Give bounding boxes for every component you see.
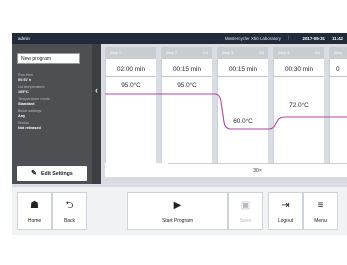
step-sequence: Step 1 02:00 min 95.0°C Step 2 1/3 00:15…	[105, 47, 347, 184]
bottom-toolbar: ☗ Home ⮌ Back ▶ Start Program ▣ Save ⇥ L…	[12, 187, 347, 235]
back-button[interactable]: ⮌ Back	[52, 192, 87, 230]
status-date: 2017-05-31	[302, 36, 325, 41]
play-icon: ▶	[173, 200, 182, 211]
device-name: Mastercycler X50 Laboratory	[224, 36, 281, 41]
info-value: Any	[18, 114, 26, 118]
status-bar: admin Mastercycler X50 Laboratory | 2017…	[12, 33, 347, 44]
start-program-label: Start Program	[161, 218, 194, 224]
back-arrow-icon: ⮌	[65, 200, 74, 211]
logout-icon: ⇥	[281, 200, 290, 211]
lid-temperature-info: Lid temperature 105°C	[18, 85, 45, 95]
edit-settings-button[interactable]: ✎ Edit Settings	[17, 166, 87, 181]
info-value: Standard	[18, 102, 35, 106]
back-label: Back	[63, 218, 76, 224]
home-button[interactable]: ☗ Home	[17, 192, 52, 230]
collapse-panel-button[interactable]: ‹	[92, 44, 101, 184]
logout-button[interactable]: ⇥ Logout	[268, 192, 303, 230]
run-time-info: Run time 00:57 h	[18, 73, 33, 83]
menu-label: Menu	[314, 218, 327, 224]
edit-settings-label: Edit Settings	[41, 171, 73, 177]
status-time: 11:42	[332, 36, 343, 41]
logout-label: Logout	[277, 218, 294, 224]
cycle-count[interactable]: 30×	[168, 163, 347, 177]
cycler-screen: admin Mastercycler X50 Laboratory | 2017…	[12, 33, 347, 235]
block-settings-info: Block settings Any	[18, 109, 41, 119]
info-value: 105°C	[18, 90, 29, 94]
cycles-spacer	[105, 163, 168, 177]
save-button[interactable]: ▣ Save	[228, 192, 263, 230]
save-label: Save	[239, 218, 252, 224]
save-icon: ▣	[240, 200, 251, 211]
info-value: 00:57 h	[18, 78, 32, 82]
home-label: Home	[27, 218, 42, 224]
menu-icon: ≡	[317, 200, 324, 211]
profile-line	[105, 93, 347, 130]
pencil-icon: ✎	[31, 170, 37, 177]
status-separator: |	[287, 35, 289, 40]
user-name: admin	[18, 36, 30, 41]
home-icon: ☗	[30, 200, 39, 211]
chevron-left-icon: ‹	[95, 85, 98, 95]
menu-button[interactable]: ≡ Menu	[303, 192, 338, 230]
temperature-profile-curve	[105, 93, 347, 130]
temperature-mode-info: Temperature mode Standard	[18, 97, 50, 107]
status-info: Status Not released	[18, 121, 41, 131]
info-value: Not released	[18, 126, 41, 130]
start-program-button[interactable]: ▶ Start Program	[127, 192, 228, 230]
program-info-panel: New program Run time 00:57 h Lid tempera…	[12, 44, 92, 184]
program-name-field[interactable]: New program	[17, 53, 80, 64]
